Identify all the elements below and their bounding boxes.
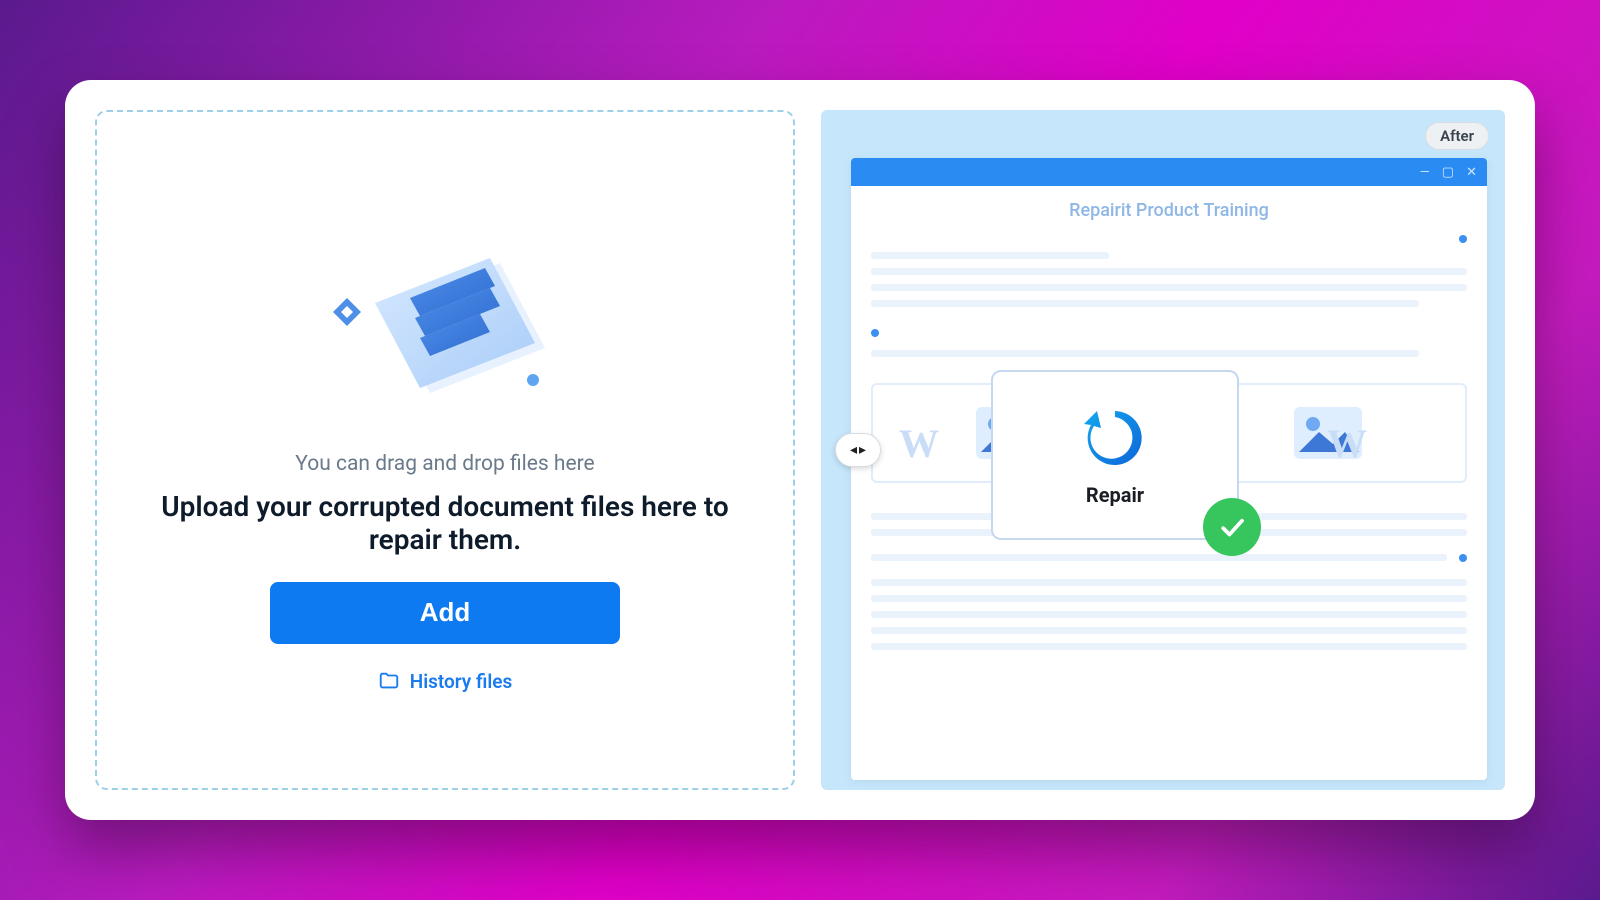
app-card: You can drag and drop files here Upload …	[65, 80, 1535, 820]
skeleton-line	[871, 627, 1467, 634]
skeleton-line	[871, 350, 1419, 357]
repair-result-popup: Repair	[991, 370, 1239, 540]
skeleton-line	[871, 611, 1467, 618]
repair-refresh-icon	[1080, 403, 1150, 473]
chevron-left-icon: ◂	[850, 443, 857, 457]
success-check-badge	[1203, 498, 1261, 556]
window-maximize-icon[interactable]: ▢	[1442, 165, 1454, 180]
window-close-icon[interactable]: ✕	[1466, 165, 1477, 180]
bullet-dot-icon	[1459, 235, 1467, 243]
check-icon	[1217, 512, 1247, 542]
before-after-slider-handle[interactable]: ◂ ▸	[835, 433, 881, 467]
document-title: Repairit Product Training	[871, 200, 1467, 221]
bullet-dot-icon	[1459, 554, 1467, 562]
document-body: Repairit Product Training	[851, 186, 1487, 679]
preview-panel: After ◂ ▸ — ▢ ✕ Repairit Product Trainin…	[821, 110, 1505, 790]
after-badge: After	[1425, 122, 1489, 150]
window-minimize-icon[interactable]: —	[1420, 165, 1430, 180]
window-titlebar: — ▢ ✕	[851, 158, 1487, 186]
history-files-link[interactable]: History files	[378, 670, 513, 693]
history-files-label: History files	[410, 670, 513, 693]
skeleton-line	[871, 595, 1467, 602]
skeleton-line	[871, 643, 1467, 650]
drag-drop-hint: You can drag and drop files here	[295, 452, 594, 476]
skeleton-line	[871, 300, 1419, 307]
skeleton-line	[871, 579, 1467, 586]
document-preview-window: — ▢ ✕ Repairit Product Training	[851, 158, 1487, 780]
upload-headline: Upload your corrupted document files her…	[127, 490, 763, 556]
repair-popup-label: Repair	[1086, 483, 1144, 507]
word-logo-icon: W	[1327, 420, 1367, 467]
upload-drop-zone[interactable]: You can drag and drop files here Upload …	[95, 110, 795, 790]
skeleton-line	[871, 268, 1467, 275]
skeleton-line	[871, 284, 1467, 291]
add-button[interactable]: Add	[270, 582, 620, 644]
gradient-background: You can drag and drop files here Upload …	[0, 0, 1600, 900]
folder-icon	[378, 670, 400, 692]
chevron-right-icon: ▸	[859, 443, 866, 457]
bullet-dot-icon	[871, 329, 879, 337]
document-stack-illustration	[315, 208, 575, 438]
skeleton-line	[871, 554, 1447, 561]
word-logo-icon: W	[899, 420, 939, 467]
skeleton-line	[871, 252, 1109, 259]
